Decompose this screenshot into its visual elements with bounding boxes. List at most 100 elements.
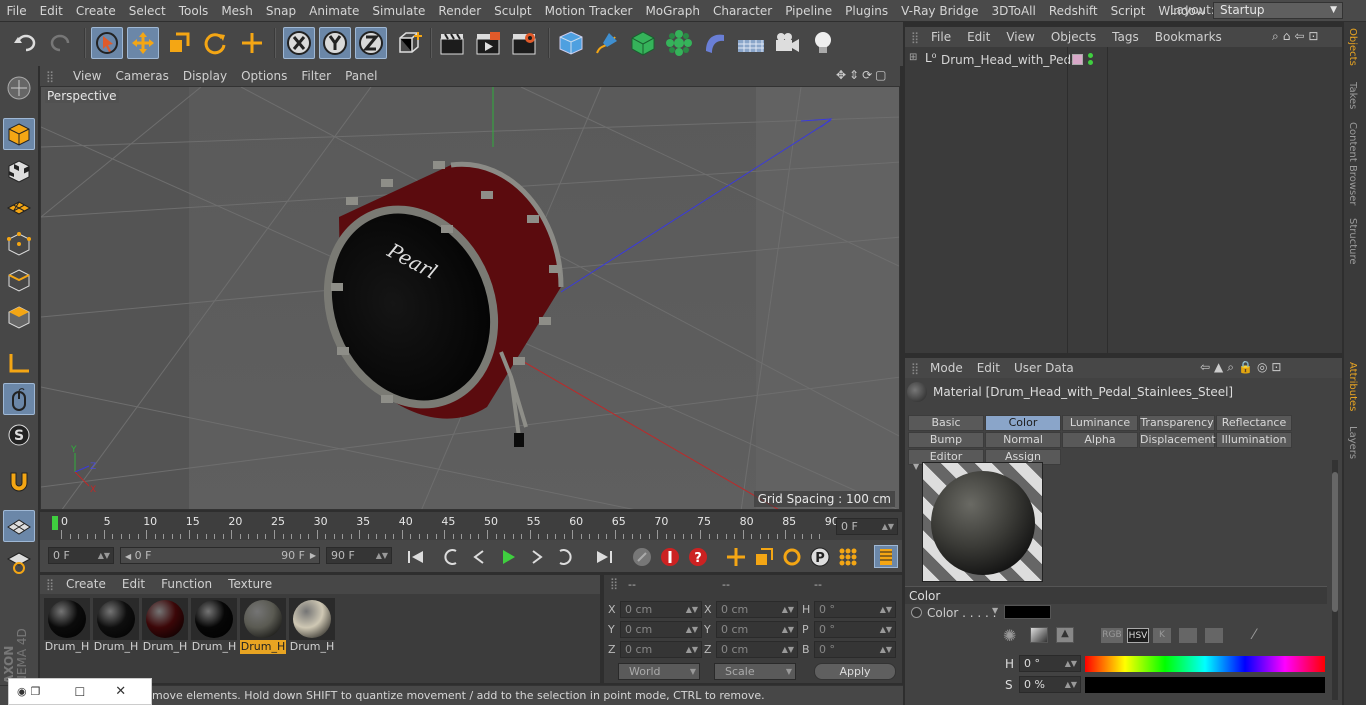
kelvin-mode-button[interactable]: K [1153,628,1171,643]
drag-handle-icon[interactable]: ⣿ [40,70,66,83]
pen-spline-button[interactable] [591,27,623,59]
mograph-cloner-button[interactable] [663,27,695,59]
expand-icon[interactable]: ⊞ [909,52,917,63]
tab-color[interactable]: Color [985,415,1061,431]
tab-normal[interactable]: Normal [985,432,1061,448]
side-tab-layers[interactable]: Layers [1347,426,1358,459]
coord-field[interactable]: 0 cm ▲▼ [620,621,702,638]
start-frame-field[interactable]: 0 F ▲▼ [48,547,114,564]
object-manager-icons[interactable]: ⌕⌂⇦⊡ [1272,29,1322,44]
live-selection-button[interactable] [91,27,123,59]
workplane-mode-button[interactable] [3,191,35,223]
render-settings-button[interactable] [508,27,540,59]
key-parameter-button[interactable]: P [808,545,832,568]
undo-button[interactable] [9,27,41,59]
minimized-window[interactable]: ◉ ❐ ☐ ✕ [8,678,152,705]
go-to-start-button[interactable] [404,545,428,568]
menu-motion-tracker[interactable]: Motion Tracker [538,0,639,22]
maximize-icon[interactable]: ☐ [74,685,85,699]
material-menu-create[interactable]: Create [58,575,114,594]
hsv-mode-button[interactable]: HSV [1127,628,1149,643]
saturation-slider[interactable] [1085,677,1325,693]
attribute-manager-icons[interactable]: ⇦▲⌕🔒◎⊡ [1200,360,1285,375]
menu-mesh[interactable]: Mesh [215,0,260,22]
menu-3dtoall[interactable]: 3DToAll [985,0,1042,22]
axis-mode-button[interactable] [3,347,35,379]
side-tab-content-browser[interactable]: Content Browser [1347,122,1358,205]
coordinate-system-button[interactable] [393,27,425,59]
object-menu-edit[interactable]: Edit [959,27,998,47]
tab-illumination[interactable]: Illumination [1216,432,1292,448]
deformer-button[interactable] [699,27,731,59]
timeline-ruler[interactable]: 0 5 10 15 20 25 30 35 40 45 50 55 60 65 70 75 80 85 90 0 F… [40,512,902,540]
render-picture-viewer-button[interactable] [472,27,504,59]
scrollbar-thumb[interactable] [1332,472,1338,612]
spinner-icon[interactable]: ▲▼ [686,602,698,617]
timeline-button[interactable] [874,545,898,568]
color-swatch[interactable] [1004,605,1051,619]
mixer-icon[interactable] [1179,628,1197,643]
tab-transparency[interactable]: Transparency [1139,415,1215,431]
side-tab-takes[interactable]: Takes [1347,82,1358,109]
material-item[interactable]: Drum_H [240,598,286,656]
grid-snap-button[interactable] [3,510,35,542]
magnet-button[interactable] [3,466,35,498]
color-wheel-icon[interactable]: ✺ [1003,627,1023,645]
material-item[interactable]: Drum_H [191,598,237,656]
menu-select[interactable]: Select [122,0,172,22]
key-pla-button[interactable] [836,545,860,568]
tab-displacement[interactable]: Displacement [1139,432,1216,448]
drag-handle-icon[interactable]: ⣿ [40,578,58,591]
rotate-tool-button[interactable] [199,27,231,59]
attribute-scrollbar[interactable] [1332,460,1338,700]
recent-tools-button[interactable] [236,27,268,59]
layer-color-swatch[interactable] [1072,54,1083,65]
light-button[interactable] [807,27,839,59]
drag-handle-icon[interactable]: ⣿ [905,362,923,375]
spinner-icon[interactable]: ▲▼ [782,602,794,617]
eyedropper-icon[interactable]: ⁄ [1253,627,1271,645]
spinner-icon[interactable]: ▲▼ [782,622,794,637]
key-scale-button[interactable] [752,545,776,568]
point-mode-button[interactable] [3,228,35,260]
object-row[interactable]: ⊞ L⁰ Drum_Head_with_Pedal [905,51,1082,69]
animate-param-icon[interactable] [911,607,922,618]
perspective-viewport[interactable]: Pearl Y Z X Perspective Grid Spacing : 1… [40,86,900,510]
attribute-menu-user-data[interactable]: User Data [1007,358,1081,378]
play-button[interactable] [496,545,520,568]
tab-basic[interactable]: Basic [908,415,984,431]
menu-pipeline[interactable]: Pipeline [779,0,839,22]
model-mode-button[interactable] [3,118,35,150]
prev-key-button[interactable] [440,545,464,568]
spinner-icon[interactable]: ▲▼ [880,622,892,637]
edge-mode-button[interactable] [3,264,35,296]
frame-range-slider[interactable]: ◀ 0 F 90 F ▶ [120,547,320,564]
scale-tool-button[interactable] [163,27,195,59]
viewport-menu-cameras[interactable]: Cameras [108,66,175,86]
camera-button[interactable] [771,27,803,59]
spinner-icon[interactable]: ▲▼ [782,642,794,657]
spinner-icon[interactable]: ▲▼ [880,602,892,617]
viewport-nav-icons[interactable]: ✥⇕⟳▢ [836,68,890,82]
spinner-icon[interactable]: ▲▼ [376,548,388,563]
side-tab-structure[interactable]: Structure [1347,218,1358,265]
next-key-button[interactable] [552,545,576,568]
spinner-icon[interactable]: ▲▼ [1065,677,1077,692]
tweak-mode-button[interactable] [3,383,35,415]
coord-field[interactable]: 0 cm ▲▼ [620,601,702,618]
spinner-icon[interactable]: ▲▼ [880,642,892,657]
side-tab-attributes[interactable]: Attributes [1347,362,1358,411]
object-menu-objects[interactable]: Objects [1043,27,1104,47]
editor-visibility-dot[interactable] [1088,53,1093,58]
side-tab-objects[interactable]: Objects [1347,28,1358,66]
menu-create[interactable]: Create [69,0,122,22]
collapse-arrow-icon[interactable]: ▼ [913,462,919,471]
menu-v-ray-bridge[interactable]: V-Ray Bridge [895,0,985,22]
rgb-mode-button[interactable]: RGB [1101,628,1123,643]
spinner-icon[interactable]: ▲▼ [98,548,110,563]
material-preview[interactable] [922,462,1043,582]
snap-button[interactable]: S [3,419,35,451]
image-color-icon[interactable]: ▲ [1056,627,1074,643]
spinner-icon[interactable]: ▲▼ [686,642,698,657]
viewport-menu-display[interactable]: Display [176,66,234,86]
